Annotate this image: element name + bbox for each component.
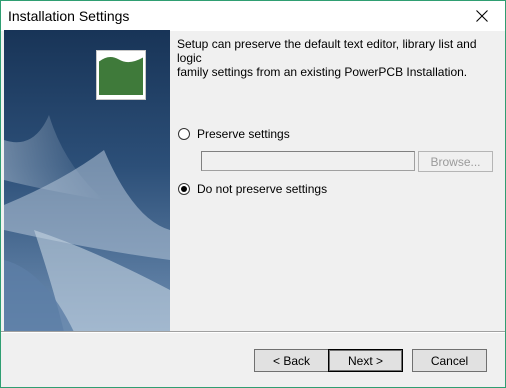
next-button[interactable]: Next > xyxy=(328,349,403,372)
do-not-preserve-radio[interactable] xyxy=(178,183,190,195)
settings-path-input[interactable] xyxy=(201,151,415,171)
close-icon xyxy=(476,10,488,22)
preserve-settings-label: Preserve settings xyxy=(197,127,290,141)
installer-window: Installation Settings Setup can preserve… xyxy=(0,0,506,388)
preserve-settings-option[interactable]: Preserve settings xyxy=(178,126,290,142)
window-body: Installation Settings Setup can preserve… xyxy=(1,1,505,387)
browse-button[interactable]: Browse... xyxy=(418,151,493,172)
content-area: Setup can preserve the default text edit… xyxy=(177,37,497,79)
description-text: Setup can preserve the default text edit… xyxy=(177,37,477,79)
powerpcb-logo-icon xyxy=(96,50,146,100)
side-banner-image xyxy=(4,30,170,332)
close-button[interactable] xyxy=(459,1,505,31)
footer-separator xyxy=(1,331,505,333)
window-title: Installation Settings xyxy=(8,8,130,24)
title-bar: Installation Settings xyxy=(1,1,505,31)
do-not-preserve-option[interactable]: Do not preserve settings xyxy=(178,181,327,197)
preserve-settings-radio[interactable] xyxy=(178,128,190,140)
do-not-preserve-label: Do not preserve settings xyxy=(197,182,328,196)
back-button[interactable]: < Back xyxy=(254,349,329,372)
cancel-button[interactable]: Cancel xyxy=(412,349,487,372)
